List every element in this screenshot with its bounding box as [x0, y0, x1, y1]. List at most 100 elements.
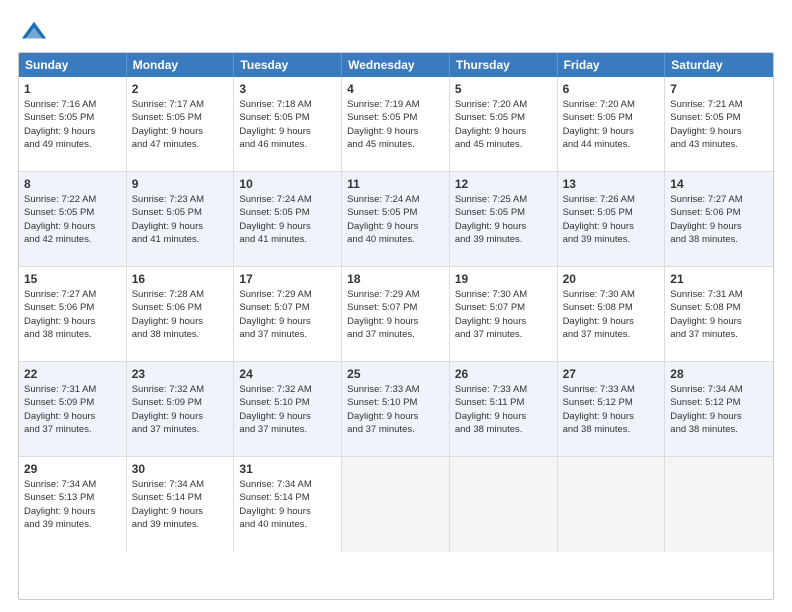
day-number: 19 — [455, 271, 552, 287]
day-cell-5: 5Sunrise: 7:20 AM Sunset: 5:05 PM Daylig… — [450, 77, 558, 171]
day-number: 7 — [670, 81, 768, 97]
cell-info: Sunrise: 7:17 AM Sunset: 5:05 PM Dayligh… — [132, 98, 229, 151]
col-header-saturday: Saturday — [665, 53, 773, 77]
day-number: 5 — [455, 81, 552, 97]
cell-info: Sunrise: 7:29 AM Sunset: 5:07 PM Dayligh… — [239, 288, 336, 341]
day-number: 8 — [24, 176, 121, 192]
cell-info: Sunrise: 7:19 AM Sunset: 5:05 PM Dayligh… — [347, 98, 444, 151]
day-cell-14: 14Sunrise: 7:27 AM Sunset: 5:06 PM Dayli… — [665, 172, 773, 266]
col-header-monday: Monday — [127, 53, 235, 77]
cell-info: Sunrise: 7:33 AM Sunset: 5:10 PM Dayligh… — [347, 383, 444, 436]
day-number: 23 — [132, 366, 229, 382]
calendar: SundayMondayTuesdayWednesdayThursdayFrid… — [18, 52, 774, 600]
empty-cell — [342, 457, 450, 552]
day-cell-26: 26Sunrise: 7:33 AM Sunset: 5:11 PM Dayli… — [450, 362, 558, 456]
day-number: 26 — [455, 366, 552, 382]
cell-info: Sunrise: 7:34 AM Sunset: 5:12 PM Dayligh… — [670, 383, 768, 436]
col-header-thursday: Thursday — [450, 53, 558, 77]
cell-info: Sunrise: 7:30 AM Sunset: 5:08 PM Dayligh… — [563, 288, 660, 341]
day-cell-10: 10Sunrise: 7:24 AM Sunset: 5:05 PM Dayli… — [234, 172, 342, 266]
cell-info: Sunrise: 7:30 AM Sunset: 5:07 PM Dayligh… — [455, 288, 552, 341]
cell-info: Sunrise: 7:27 AM Sunset: 5:06 PM Dayligh… — [670, 193, 768, 246]
day-cell-28: 28Sunrise: 7:34 AM Sunset: 5:12 PM Dayli… — [665, 362, 773, 456]
day-number: 20 — [563, 271, 660, 287]
cell-info: Sunrise: 7:26 AM Sunset: 5:05 PM Dayligh… — [563, 193, 660, 246]
day-cell-8: 8Sunrise: 7:22 AM Sunset: 5:05 PM Daylig… — [19, 172, 127, 266]
cell-info: Sunrise: 7:24 AM Sunset: 5:05 PM Dayligh… — [347, 193, 444, 246]
day-cell-19: 19Sunrise: 7:30 AM Sunset: 5:07 PM Dayli… — [450, 267, 558, 361]
day-number: 9 — [132, 176, 229, 192]
logo-icon — [20, 18, 48, 46]
page: SundayMondayTuesdayWednesdayThursdayFrid… — [0, 0, 792, 612]
cell-info: Sunrise: 7:27 AM Sunset: 5:06 PM Dayligh… — [24, 288, 121, 341]
day-number: 27 — [563, 366, 660, 382]
day-cell-3: 3Sunrise: 7:18 AM Sunset: 5:05 PM Daylig… — [234, 77, 342, 171]
day-number: 22 — [24, 366, 121, 382]
day-cell-18: 18Sunrise: 7:29 AM Sunset: 5:07 PM Dayli… — [342, 267, 450, 361]
day-number: 30 — [132, 461, 229, 477]
empty-cell — [558, 457, 666, 552]
header — [18, 18, 774, 42]
day-number: 15 — [24, 271, 121, 287]
cell-info: Sunrise: 7:25 AM Sunset: 5:05 PM Dayligh… — [455, 193, 552, 246]
col-header-friday: Friday — [558, 53, 666, 77]
day-number: 31 — [239, 461, 336, 477]
cell-info: Sunrise: 7:31 AM Sunset: 5:08 PM Dayligh… — [670, 288, 768, 341]
logo — [18, 18, 48, 42]
calendar-row-4: 22Sunrise: 7:31 AM Sunset: 5:09 PM Dayli… — [19, 362, 773, 457]
cell-info: Sunrise: 7:32 AM Sunset: 5:10 PM Dayligh… — [239, 383, 336, 436]
col-header-tuesday: Tuesday — [234, 53, 342, 77]
day-number: 4 — [347, 81, 444, 97]
logo-text — [18, 18, 48, 46]
day-cell-31: 31Sunrise: 7:34 AM Sunset: 5:14 PM Dayli… — [234, 457, 342, 552]
cell-info: Sunrise: 7:22 AM Sunset: 5:05 PM Dayligh… — [24, 193, 121, 246]
day-cell-21: 21Sunrise: 7:31 AM Sunset: 5:08 PM Dayli… — [665, 267, 773, 361]
day-cell-9: 9Sunrise: 7:23 AM Sunset: 5:05 PM Daylig… — [127, 172, 235, 266]
day-number: 25 — [347, 366, 444, 382]
day-number: 14 — [670, 176, 768, 192]
day-number: 12 — [455, 176, 552, 192]
calendar-row-3: 15Sunrise: 7:27 AM Sunset: 5:06 PM Dayli… — [19, 267, 773, 362]
cell-info: Sunrise: 7:31 AM Sunset: 5:09 PM Dayligh… — [24, 383, 121, 436]
cell-info: Sunrise: 7:34 AM Sunset: 5:14 PM Dayligh… — [132, 478, 229, 531]
day-number: 29 — [24, 461, 121, 477]
empty-cell — [450, 457, 558, 552]
col-header-sunday: Sunday — [19, 53, 127, 77]
day-number: 16 — [132, 271, 229, 287]
day-cell-29: 29Sunrise: 7:34 AM Sunset: 5:13 PM Dayli… — [19, 457, 127, 552]
calendar-row-2: 8Sunrise: 7:22 AM Sunset: 5:05 PM Daylig… — [19, 172, 773, 267]
cell-info: Sunrise: 7:33 AM Sunset: 5:11 PM Dayligh… — [455, 383, 552, 436]
day-cell-4: 4Sunrise: 7:19 AM Sunset: 5:05 PM Daylig… — [342, 77, 450, 171]
day-cell-25: 25Sunrise: 7:33 AM Sunset: 5:10 PM Dayli… — [342, 362, 450, 456]
cell-info: Sunrise: 7:16 AM Sunset: 5:05 PM Dayligh… — [24, 98, 121, 151]
cell-info: Sunrise: 7:18 AM Sunset: 5:05 PM Dayligh… — [239, 98, 336, 151]
day-number: 11 — [347, 176, 444, 192]
day-cell-6: 6Sunrise: 7:20 AM Sunset: 5:05 PM Daylig… — [558, 77, 666, 171]
day-cell-30: 30Sunrise: 7:34 AM Sunset: 5:14 PM Dayli… — [127, 457, 235, 552]
day-number: 1 — [24, 81, 121, 97]
cell-info: Sunrise: 7:21 AM Sunset: 5:05 PM Dayligh… — [670, 98, 768, 151]
day-cell-7: 7Sunrise: 7:21 AM Sunset: 5:05 PM Daylig… — [665, 77, 773, 171]
calendar-header: SundayMondayTuesdayWednesdayThursdayFrid… — [19, 53, 773, 77]
calendar-row-5: 29Sunrise: 7:34 AM Sunset: 5:13 PM Dayli… — [19, 457, 773, 552]
empty-cell — [665, 457, 773, 552]
day-number: 13 — [563, 176, 660, 192]
day-number: 28 — [670, 366, 768, 382]
cell-info: Sunrise: 7:33 AM Sunset: 5:12 PM Dayligh… — [563, 383, 660, 436]
col-header-wednesday: Wednesday — [342, 53, 450, 77]
cell-info: Sunrise: 7:20 AM Sunset: 5:05 PM Dayligh… — [455, 98, 552, 151]
day-cell-12: 12Sunrise: 7:25 AM Sunset: 5:05 PM Dayli… — [450, 172, 558, 266]
day-number: 17 — [239, 271, 336, 287]
calendar-body: 1Sunrise: 7:16 AM Sunset: 5:05 PM Daylig… — [19, 77, 773, 552]
calendar-row-1: 1Sunrise: 7:16 AM Sunset: 5:05 PM Daylig… — [19, 77, 773, 172]
day-cell-24: 24Sunrise: 7:32 AM Sunset: 5:10 PM Dayli… — [234, 362, 342, 456]
day-number: 3 — [239, 81, 336, 97]
day-cell-15: 15Sunrise: 7:27 AM Sunset: 5:06 PM Dayli… — [19, 267, 127, 361]
cell-info: Sunrise: 7:24 AM Sunset: 5:05 PM Dayligh… — [239, 193, 336, 246]
cell-info: Sunrise: 7:23 AM Sunset: 5:05 PM Dayligh… — [132, 193, 229, 246]
cell-info: Sunrise: 7:20 AM Sunset: 5:05 PM Dayligh… — [563, 98, 660, 151]
day-cell-20: 20Sunrise: 7:30 AM Sunset: 5:08 PM Dayli… — [558, 267, 666, 361]
day-number: 18 — [347, 271, 444, 287]
cell-info: Sunrise: 7:32 AM Sunset: 5:09 PM Dayligh… — [132, 383, 229, 436]
day-number: 21 — [670, 271, 768, 287]
